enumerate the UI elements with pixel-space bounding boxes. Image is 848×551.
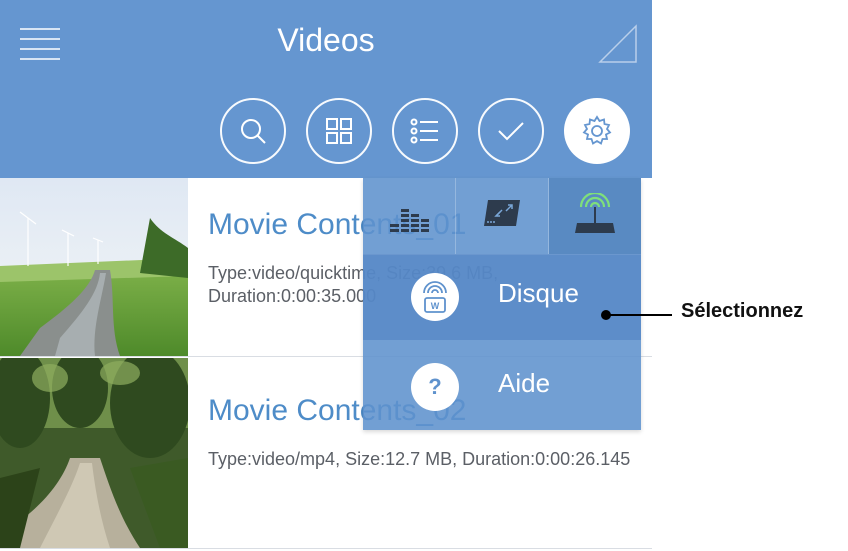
video-thumbnail: [0, 178, 188, 356]
signal-triangle-icon: [598, 24, 638, 64]
select-button[interactable]: [478, 98, 544, 164]
search-icon: [238, 116, 268, 146]
video-thumbnail: [0, 358, 188, 548]
video-meta: Type:video/mp4, Size:12.7 MB, Duration:0…: [208, 449, 631, 469]
callout-line: [606, 314, 672, 316]
search-button[interactable]: [220, 98, 286, 164]
menu-item-label: Disque: [498, 278, 579, 308]
settings-dropdown: W Disque ? Aide: [363, 178, 641, 430]
tab-drive-transfer[interactable]: [456, 178, 549, 254]
equalizer-icon: [387, 194, 431, 239]
svg-text:W: W: [431, 301, 440, 311]
tab-equalizer[interactable]: [363, 178, 456, 254]
wifi-drive-icon: [573, 191, 617, 240]
menu-item-aide[interactable]: ? Aide: [363, 344, 641, 430]
settings-button[interactable]: [564, 98, 630, 164]
app-screen: Videos Movie Contents_01 Type:video/quic…: [0, 0, 652, 551]
gear-icon: [580, 114, 614, 148]
app-header: Videos: [0, 0, 652, 178]
checkmark-icon: [496, 119, 526, 143]
page-title: Videos: [277, 22, 375, 58]
menu-item-disque[interactable]: W Disque: [363, 254, 641, 340]
help-icon: ?: [411, 363, 459, 411]
list-view-button[interactable]: [392, 98, 458, 164]
menu-item-label: Aide: [498, 368, 551, 398]
drive-transfer-icon: [480, 196, 524, 237]
grid-view-icon: [325, 117, 353, 145]
callout-label: Sélectionnez: [681, 300, 804, 322]
dropdown-tabs: [363, 178, 641, 255]
grid-view-button[interactable]: [306, 98, 372, 164]
callout-dot: [601, 310, 611, 320]
tab-wifi-drive[interactable]: [549, 178, 641, 254]
wifi-disk-icon: W: [411, 273, 459, 321]
list-view-icon: [410, 117, 440, 145]
